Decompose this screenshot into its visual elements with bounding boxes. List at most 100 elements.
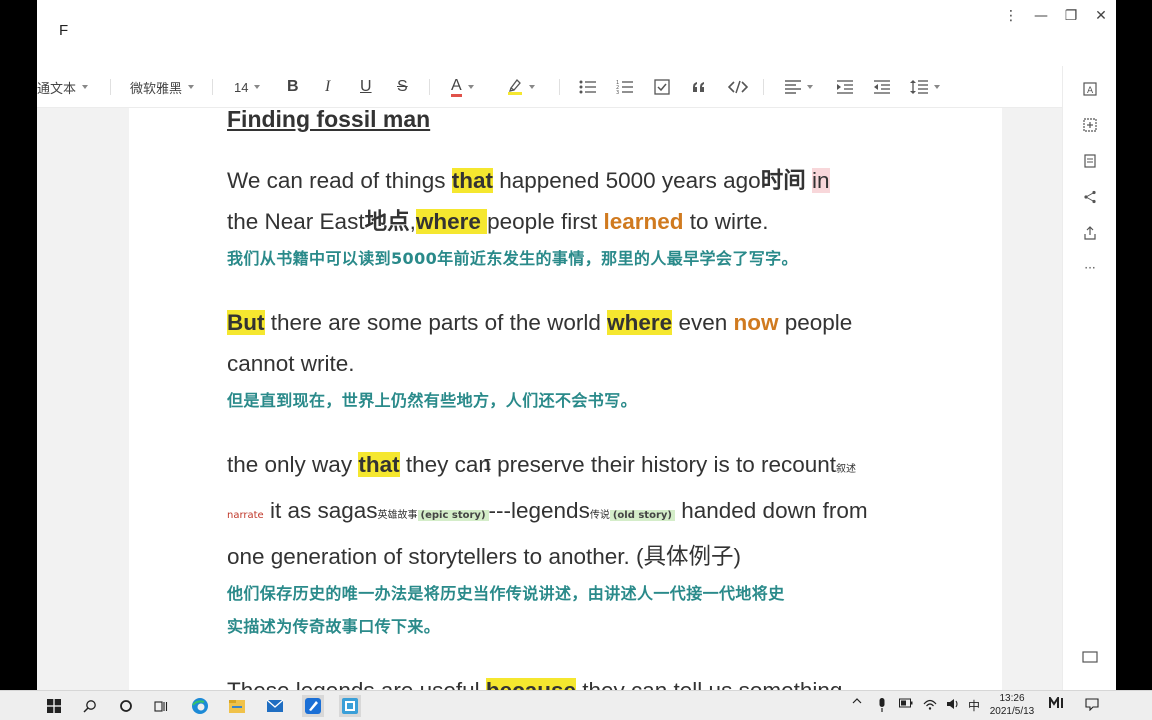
input-method-indicator[interactable]: 中 bbox=[966, 697, 982, 714]
close-button[interactable]: ✕ bbox=[1087, 4, 1115, 28]
outdent-button[interactable] bbox=[874, 66, 890, 108]
chevron-down-icon bbox=[82, 85, 89, 89]
document-heading: Finding fossil man bbox=[227, 108, 431, 132]
bold-button[interactable]: B bbox=[287, 66, 299, 108]
code-icon bbox=[728, 80, 748, 94]
paragraph-2-translation: 但是直到现在，世界上仍然有些地方，人们还不会书写。 bbox=[227, 391, 638, 410]
paragraph-2-line-1: But there are some parts of the world wh… bbox=[227, 310, 853, 335]
chevron-down-icon bbox=[188, 85, 195, 89]
paragraph-1-translation: 我们从书籍中可以读到5000年前近东发生的事情，那里的人最早学会了写字。 bbox=[227, 249, 798, 268]
volume-icon[interactable] bbox=[945, 698, 961, 710]
bullet-list-button[interactable] bbox=[579, 66, 597, 108]
restore-button[interactable]: ❐ bbox=[1057, 4, 1085, 28]
document-tab-title[interactable]: F bbox=[59, 22, 68, 39]
font-family-select[interactable]: 微软雅黑 bbox=[130, 66, 195, 108]
line-height-button[interactable] bbox=[910, 66, 940, 108]
document-icon[interactable] bbox=[1080, 151, 1100, 171]
checklist-button[interactable] bbox=[654, 66, 670, 108]
toolbar-divider bbox=[110, 79, 111, 95]
align-button[interactable] bbox=[785, 66, 813, 108]
app-tray-icon[interactable] bbox=[1047, 697, 1067, 709]
document-body[interactable]: Finding fossil man We can read of things… bbox=[227, 108, 917, 690]
quote-icon bbox=[692, 81, 706, 93]
formatting-toolbar: 通文本 微软雅黑 14 B I U S A 1 2 3 bbox=[37, 66, 1062, 108]
right-side-panel: A ··· bbox=[1062, 66, 1116, 690]
paragraph-3-line-3: one generation of storytellers to anothe… bbox=[227, 544, 741, 569]
paragraph-3-line-1: the only way that they can preserve thei… bbox=[227, 452, 857, 477]
search-icon[interactable] bbox=[79, 695, 101, 717]
mail-icon[interactable] bbox=[264, 695, 286, 717]
notification-center-icon[interactable] bbox=[1083, 698, 1101, 711]
minimize-button[interactable]: — bbox=[1027, 4, 1055, 28]
edge-browser-icon[interactable] bbox=[189, 695, 211, 717]
toolbar-divider bbox=[559, 79, 560, 95]
font-size-value: 14 bbox=[234, 79, 249, 95]
indent-button[interactable] bbox=[837, 66, 853, 108]
chevron-down-icon bbox=[807, 85, 813, 89]
outdent-icon bbox=[874, 80, 890, 94]
add-block-icon[interactable] bbox=[1080, 115, 1100, 135]
strikethrough-button[interactable]: S bbox=[397, 66, 408, 108]
editor-window: F ⋮ — ❐ ✕ 通文本 微软雅黑 14 B I U S A 1 2 3 Fi… bbox=[37, 0, 1116, 690]
font-family-value: 微软雅黑 bbox=[130, 80, 183, 96]
title-bar: F ⋮ — ❐ ✕ bbox=[37, 0, 1116, 66]
paragraph-2-line-2: cannot write. bbox=[227, 351, 355, 376]
windows-start-icon[interactable] bbox=[43, 695, 65, 717]
toolbar-divider bbox=[212, 79, 213, 95]
quote-button[interactable] bbox=[692, 66, 706, 108]
numbered-list-icon: 123 bbox=[616, 79, 634, 95]
document-scroll-area[interactable]: Finding fossil man We can read of things… bbox=[37, 108, 1062, 690]
paragraph-4-line-1: These legends are useful because they ca… bbox=[227, 670, 917, 690]
chevron-down-icon bbox=[529, 85, 535, 89]
paragraph-style-value: 通文本 bbox=[37, 80, 77, 96]
comment-box-icon[interactable] bbox=[1080, 647, 1100, 667]
microphone-icon[interactable] bbox=[875, 698, 889, 712]
toolbar-divider bbox=[429, 79, 430, 95]
more-icon[interactable]: ··· bbox=[1080, 258, 1100, 278]
line-height-icon bbox=[910, 79, 928, 95]
export-icon[interactable] bbox=[1080, 223, 1100, 243]
align-left-icon bbox=[785, 80, 801, 94]
editor-app-icon[interactable] bbox=[339, 695, 361, 717]
numbered-list-button[interactable]: 123 bbox=[616, 66, 634, 108]
clock-date: 2021/5/13 bbox=[989, 706, 1035, 717]
more-options-icon[interactable]: ⋮ bbox=[997, 4, 1025, 28]
system-clock[interactable]: 13:26 2021/5/13 bbox=[984, 692, 1040, 718]
chevron-up-icon[interactable] bbox=[850, 698, 864, 704]
share-icon[interactable] bbox=[1080, 187, 1100, 207]
font-color-button[interactable]: A bbox=[451, 66, 474, 108]
cortana-icon[interactable] bbox=[115, 695, 137, 717]
wifi-icon[interactable] bbox=[922, 698, 938, 710]
clock-time: 13:26 bbox=[999, 693, 1025, 704]
highlighter-icon bbox=[507, 78, 523, 96]
underline-button[interactable]: U bbox=[360, 66, 372, 108]
battery-icon[interactable] bbox=[898, 698, 914, 708]
svg-text:3: 3 bbox=[616, 90, 619, 95]
paragraph-3-translation-line-2: 实描述为传奇故事口传下来。 bbox=[227, 617, 441, 636]
outline-icon[interactable]: A bbox=[1080, 79, 1100, 99]
font-size-select[interactable]: 14 bbox=[234, 66, 261, 108]
font-color-icon: A bbox=[451, 77, 462, 97]
paragraph-3-line-2: narrate it as sagas英雄故事 (epic story) ---le… bbox=[227, 498, 868, 523]
task-view-icon[interactable] bbox=[150, 695, 172, 717]
code-button[interactable] bbox=[728, 66, 748, 108]
paragraph-style-select[interactable]: 通文本 bbox=[37, 66, 89, 108]
paragraph-1-line-1: We can read of things that happened 5000… bbox=[227, 168, 830, 193]
indent-icon bbox=[837, 80, 853, 94]
chevron-down-icon bbox=[467, 85, 474, 89]
italic-button[interactable]: I bbox=[325, 66, 330, 108]
chevron-down-icon bbox=[254, 85, 261, 89]
svg-text:A: A bbox=[1087, 86, 1094, 96]
toolbar-divider bbox=[763, 79, 764, 95]
windows-taskbar: 中 13:26 2021/5/13 bbox=[0, 690, 1152, 720]
text-cursor-icon: I bbox=[483, 456, 493, 474]
file-explorer-icon[interactable] bbox=[226, 695, 248, 717]
paragraph-3-translation-line-1: 他们保存历史的唯一办法是将历史当作传说讲述，由讲述人一代接一代地将史 bbox=[227, 584, 785, 603]
highlight-button[interactable] bbox=[507, 66, 535, 108]
document-page: Finding fossil man We can read of things… bbox=[129, 108, 1002, 690]
paragraph-1-line-2: the Near East地点,where people first learn… bbox=[227, 209, 769, 234]
notes-app-icon[interactable] bbox=[302, 695, 324, 717]
checkbox-icon bbox=[654, 79, 670, 95]
bullet-list-icon bbox=[579, 79, 597, 95]
chevron-down-icon bbox=[934, 85, 940, 89]
